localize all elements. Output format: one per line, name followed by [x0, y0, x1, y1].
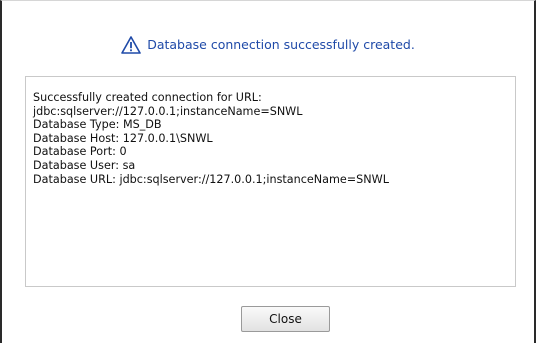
- details-line: Database Host: 127.0.0.1\SNWL: [33, 131, 213, 145]
- details-line: Database URL: jdbc:sqlserver://127.0.0.1…: [33, 172, 389, 186]
- close-button[interactable]: Close: [241, 306, 330, 332]
- dialog-header: Database connection successfully created…: [2, 33, 534, 57]
- status-message: Database connection successfully created…: [147, 37, 415, 52]
- details-line: jdbc:sqlserver://127.0.0.1;instanceName=…: [33, 104, 303, 118]
- details-line: Database Port: 0: [33, 145, 127, 159]
- details-line: Database Type: MS_DB: [33, 118, 162, 132]
- warning-triangle-icon: [121, 36, 142, 54]
- details-line: Database User: sa: [33, 158, 136, 172]
- connection-details-box: Successfully created connection for URL:…: [25, 76, 516, 287]
- details-line: Successfully created connection for URL:: [33, 91, 262, 104]
- connection-result-dialog: Database connection successfully created…: [0, 0, 536, 343]
